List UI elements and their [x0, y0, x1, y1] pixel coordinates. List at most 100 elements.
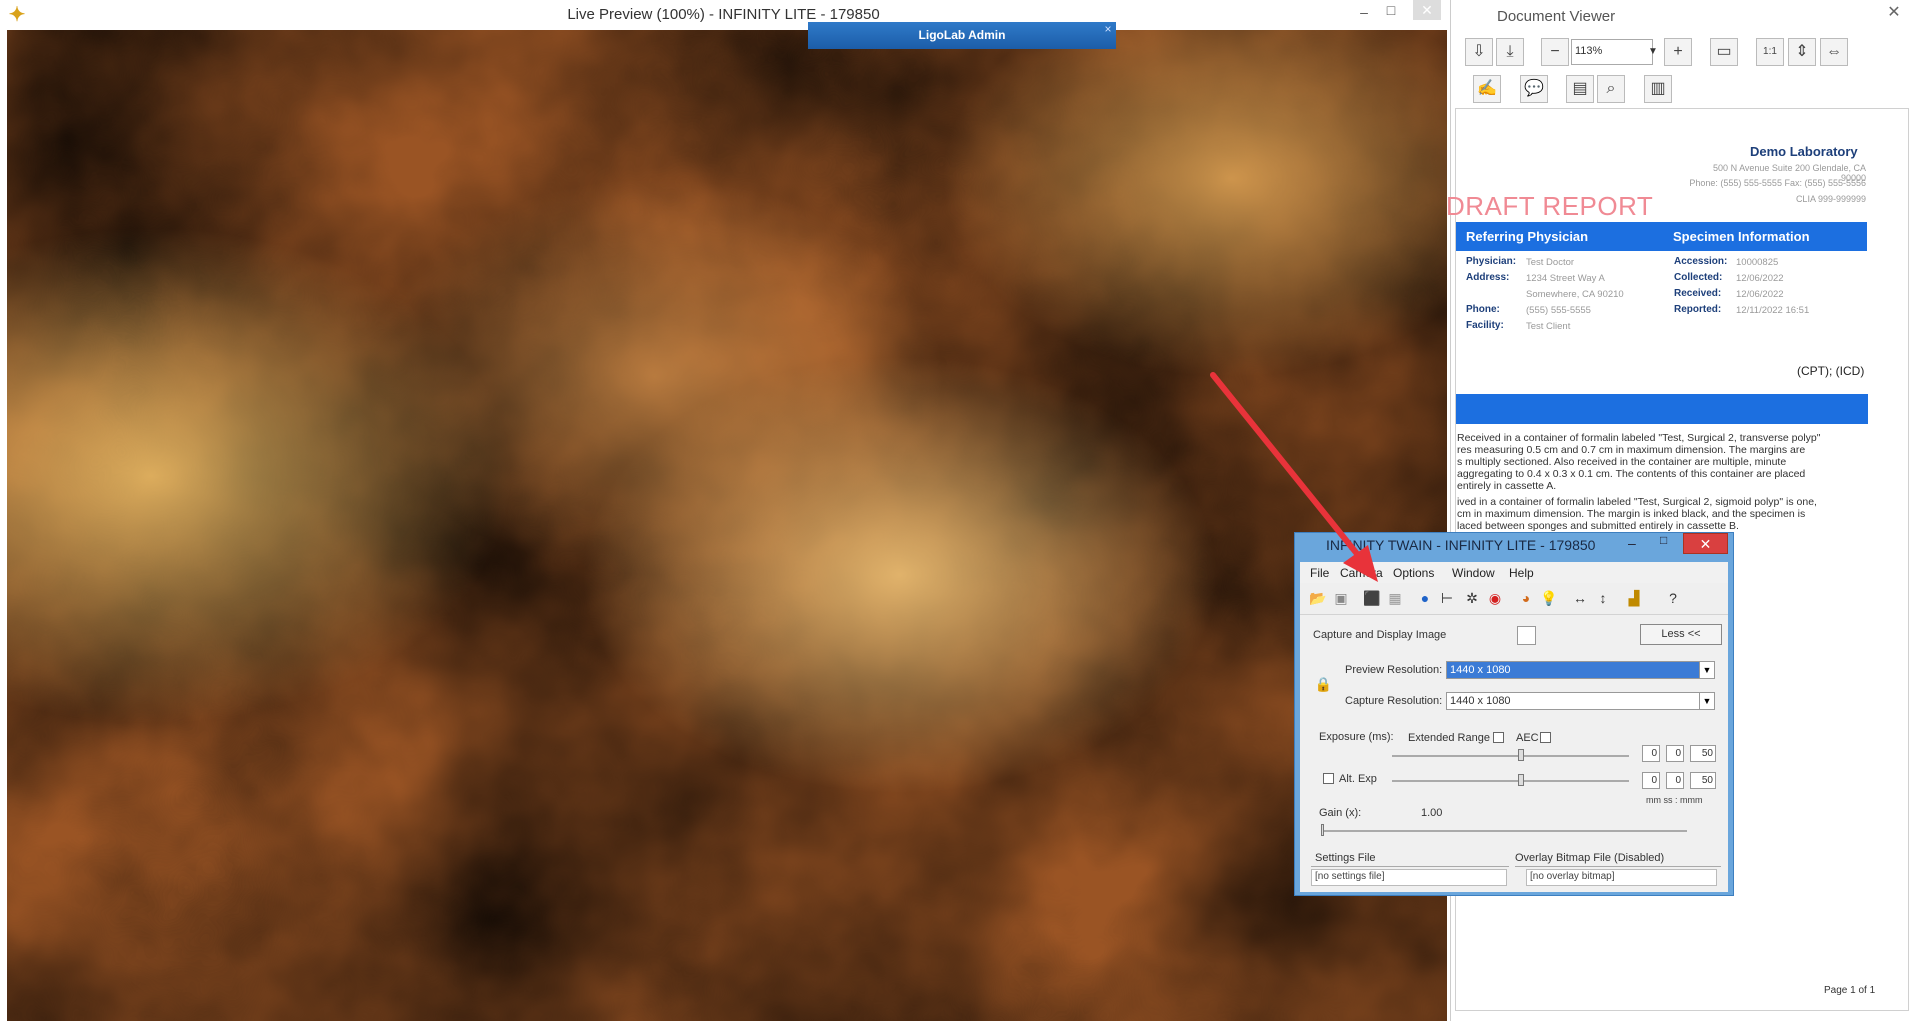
- open-folder-icon[interactable]: 📂: [1308, 588, 1328, 608]
- banner-close-icon[interactable]: ×: [1100, 22, 1116, 36]
- annotation-arrow-icon: [1210, 372, 1378, 582]
- capture-display-label: Capture and Display Image: [1313, 629, 1447, 641]
- menu-help[interactable]: Help: [1509, 566, 1534, 580]
- alt-exposure-min[interactable]: 0: [1642, 772, 1660, 789]
- capture-display-checkbox[interactable]: [1517, 626, 1536, 645]
- alt-exposure-sec[interactable]: 0: [1666, 772, 1684, 789]
- flip-horizontal-icon[interactable]: ↔: [1570, 588, 1590, 608]
- capture-icon[interactable]: ⬛: [1362, 588, 1382, 608]
- menu-window[interactable]: Window: [1452, 566, 1495, 580]
- zoom-dropdown-icon[interactable]: ▼: [1646, 39, 1660, 65]
- ligolab-admin-banner[interactable]: LigoLab Admin: [808, 22, 1116, 49]
- gain-slider-thumb[interactable]: [1321, 824, 1324, 836]
- preview-resolution-select[interactable]: 1440 x 1080: [1446, 661, 1702, 679]
- aec-checkbox[interactable]: [1540, 732, 1551, 743]
- fullscreen-icon[interactable]: ▭: [1710, 38, 1738, 66]
- divider: [1515, 866, 1721, 867]
- live-preview-title: Live Preview (100%) - INFINITY LITE - 17…: [567, 6, 880, 23]
- gross-description-paragraph-2: ived in a container of formalin labeled …: [1457, 496, 1862, 532]
- document-viewer-close-button[interactable]: ✕: [1880, 2, 1908, 24]
- focus-icon[interactable]: ✲: [1462, 588, 1482, 608]
- comment-icon[interactable]: 💬: [1520, 75, 1548, 103]
- lab-phone: Phone: (555) 555-5555 Fax: (555) 555-555…: [1689, 178, 1866, 188]
- twain-close-button[interactable]: ✕: [1683, 533, 1728, 554]
- save-icon[interactable]: ▣: [1331, 588, 1351, 608]
- collected-label: Collected:: [1674, 272, 1723, 283]
- physician-value: Test Doctor: [1526, 257, 1575, 268]
- address-line1: 1234 Street Way A: [1526, 273, 1605, 284]
- window-frame: [0, 30, 7, 1021]
- extended-range-checkbox[interactable]: [1493, 732, 1504, 743]
- histogram-icon[interactable]: ▟: [1624, 588, 1644, 608]
- gain-label: Gain (x):: [1319, 807, 1362, 819]
- cpt-icd-label: (CPT); (ICD): [1797, 364, 1865, 378]
- alt-exposure-slider-thumb[interactable]: [1518, 774, 1524, 786]
- zoom-out-icon[interactable]: −: [1541, 38, 1569, 66]
- sign-icon[interactable]: ✍: [1473, 75, 1501, 103]
- text-line: ived in a container of formalin labeled …: [1457, 496, 1817, 508]
- alt-exposure-ms[interactable]: 50: [1690, 772, 1716, 789]
- fit-width-icon[interactable]: ⇔: [1820, 38, 1848, 66]
- save-capture-icon[interactable]: ▦: [1385, 588, 1405, 608]
- measure-icon[interactable]: ⊢: [1437, 588, 1457, 608]
- twain-maximize-button[interactable]: □: [1660, 533, 1667, 547]
- maximize-button[interactable]: □: [1377, 0, 1405, 20]
- light-bulb-icon[interactable]: 💡: [1539, 588, 1559, 608]
- close-button[interactable]: ✕: [1413, 0, 1441, 20]
- minimize-button[interactable]: –: [1350, 2, 1378, 22]
- flip-vertical-icon[interactable]: ↕: [1593, 588, 1613, 608]
- text-line: s multiply sectioned. Also received in t…: [1457, 456, 1787, 468]
- document-viewer-title: Document Viewer: [1497, 8, 1616, 25]
- section-bar: [1456, 394, 1868, 424]
- exposure-label: Exposure (ms):: [1319, 731, 1394, 743]
- capture-resolution-dropdown-icon[interactable]: ▼: [1699, 692, 1715, 710]
- exposure-min[interactable]: 0: [1642, 745, 1660, 762]
- collected-value: 12/06/2022: [1736, 273, 1784, 284]
- preview-resolution-label: Preview Resolution:: [1345, 664, 1443, 676]
- find-icon[interactable]: ⌕: [1597, 75, 1625, 103]
- gain-slider[interactable]: [1321, 830, 1687, 832]
- help-icon[interactable]: ?: [1663, 588, 1683, 608]
- accession-label: Accession:: [1674, 256, 1728, 267]
- zoom-level-field[interactable]: 113%: [1571, 39, 1653, 65]
- lock-icon[interactable]: 🔒: [1314, 676, 1333, 695]
- exposure-sec[interactable]: 0: [1666, 745, 1684, 762]
- draft-report-watermark: DRAFT REPORT: [1446, 191, 1654, 221]
- fit-page-icon[interactable]: ⇕: [1788, 38, 1816, 66]
- exposure-slider[interactable]: [1392, 755, 1629, 757]
- globe-icon[interactable]: ●: [1415, 588, 1435, 608]
- document-icon[interactable]: ▤: [1566, 75, 1594, 103]
- referring-physician-header: Referring Physician: [1466, 229, 1589, 244]
- reported-label: Reported:: [1674, 304, 1722, 315]
- text-line: entirely in cassette A.: [1457, 480, 1557, 492]
- record-icon[interactable]: ◉: [1485, 588, 1505, 608]
- exposure-slider-thumb[interactable]: [1518, 749, 1524, 761]
- exposure-units: mm ss : mmm: [1646, 795, 1703, 805]
- extended-range-label: Extended Range: [1408, 732, 1490, 744]
- specimen-information-header: Specimen Information: [1673, 229, 1810, 244]
- download-all-icon[interactable]: ⤓: [1496, 38, 1524, 66]
- overlay-bitmap-field[interactable]: [no overlay bitmap]: [1526, 869, 1717, 886]
- menu-options[interactable]: Options: [1393, 566, 1434, 580]
- page-counter: Page 1 of 1: [1824, 985, 1876, 996]
- lab-name: Demo Laboratory: [1750, 144, 1858, 159]
- less-button[interactable]: Less <<: [1640, 624, 1722, 645]
- alt-exp-checkbox[interactable]: [1323, 773, 1334, 784]
- exposure-ms[interactable]: 50: [1690, 745, 1716, 762]
- actual-size-icon[interactable]: 1:1: [1756, 38, 1784, 66]
- twain-minimize-button[interactable]: –: [1628, 535, 1636, 551]
- facility-label: Facility:: [1466, 320, 1504, 331]
- color-balance-icon[interactable]: ◕: [1516, 588, 1536, 608]
- zoom-in-icon[interactable]: +: [1664, 38, 1692, 66]
- address-line2: Somewhere, CA 90210: [1526, 289, 1624, 300]
- settings-file-field[interactable]: [no settings file]: [1311, 869, 1507, 886]
- gross-description-paragraph-1: Received in a container of formalin labe…: [1457, 432, 1862, 492]
- alt-exposure-slider[interactable]: [1392, 780, 1629, 782]
- capture-resolution-select[interactable]: 1440 x 1080: [1446, 692, 1702, 710]
- text-line: res measuring 0.5 cm and 0.7 cm in maxim…: [1457, 444, 1806, 456]
- download-icon[interactable]: ⇩: [1465, 38, 1493, 66]
- divider: [1311, 866, 1509, 867]
- preview-resolution-dropdown-icon[interactable]: ▼: [1699, 661, 1715, 679]
- page-icon[interactable]: ▥: [1644, 75, 1672, 103]
- settings-file-label: Settings File: [1315, 852, 1376, 864]
